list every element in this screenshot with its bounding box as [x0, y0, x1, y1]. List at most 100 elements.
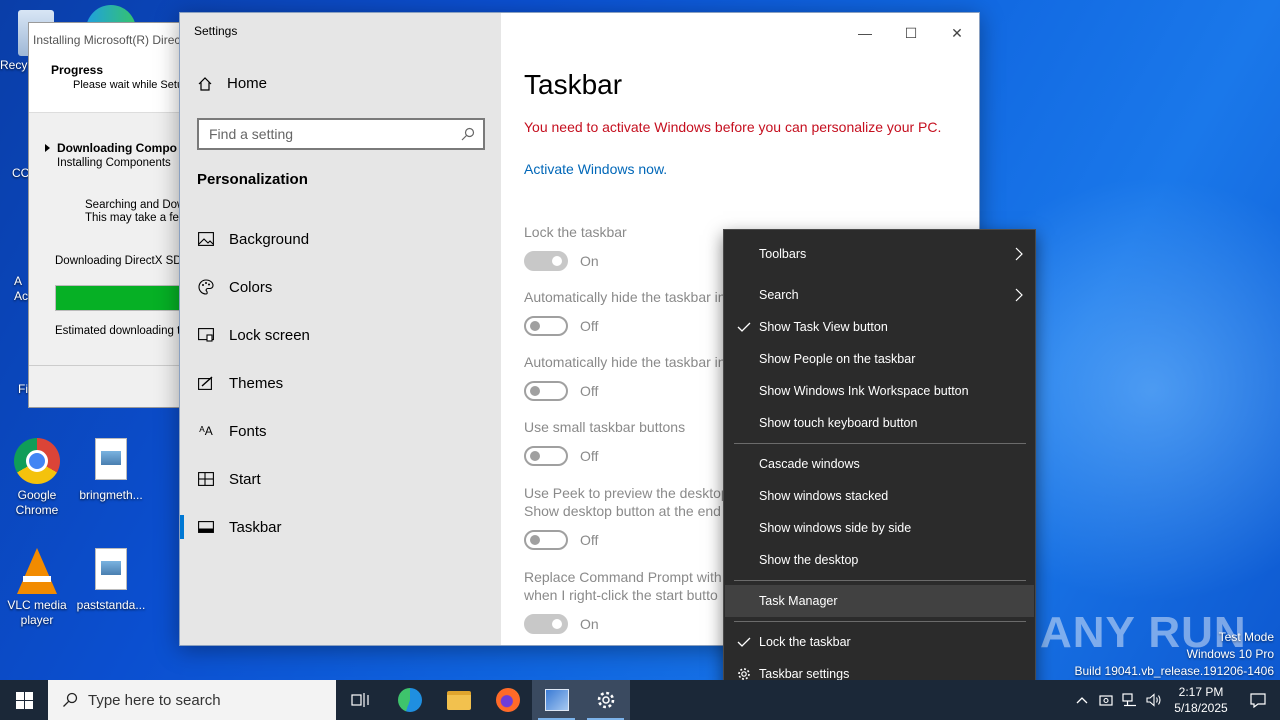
edge-icon	[397, 688, 422, 712]
notification-icon	[1250, 692, 1266, 708]
taskbar-search-box[interactable]: Type here to search	[48, 680, 336, 720]
menu-item-people[interactable]: Show People on the taskbar	[725, 343, 1034, 375]
menu-item-label: Show touch keyboard button	[759, 416, 918, 430]
tray-app-icon[interactable]	[1094, 680, 1118, 720]
small-buttons-toggle[interactable]	[524, 446, 568, 466]
menu-item-ink-workspace[interactable]: Show Windows Ink Workspace button	[725, 375, 1034, 407]
nav-label: Lock screen	[229, 326, 310, 344]
clock-date: 5/18/2025	[1174, 701, 1228, 715]
volume-button[interactable]	[1142, 680, 1166, 720]
installer-search-text: Searching and Dow This may take a few	[85, 199, 187, 225]
option-label: Lock the taskbar	[524, 224, 627, 240]
taskbar-firefox-button[interactable]	[483, 680, 532, 720]
menu-item-touch-keyboard[interactable]: Show touch keyboard button	[725, 407, 1034, 439]
menu-item-show-desktop[interactable]: Show the desktop	[725, 544, 1034, 576]
auto-hide-desktop-toggle[interactable]	[524, 316, 568, 336]
menu-item-cascade[interactable]: Cascade windows	[725, 448, 1034, 480]
powershell-toggle[interactable]	[524, 614, 568, 634]
desktop-icon-paststanda[interactable]: paststanda...	[74, 548, 148, 613]
desktop-icon-bringmeth[interactable]: bringmeth...	[74, 438, 148, 503]
installer-footer	[29, 365, 197, 407]
volume-icon	[1146, 693, 1161, 707]
menu-item-stacked[interactable]: Show windows stacked	[725, 480, 1034, 512]
nav-item-background[interactable]: Background	[180, 219, 501, 259]
section-heading-personalization: Personalization	[197, 171, 308, 188]
action-center-button[interactable]	[1236, 680, 1280, 720]
show-hidden-icons-button[interactable]	[1070, 680, 1094, 720]
start-button[interactable]	[0, 680, 48, 720]
menu-item-lock-taskbar[interactable]: Lock the taskbar	[725, 626, 1034, 658]
installer-search-line: Searching and Dow	[85, 199, 186, 211]
clock[interactable]: 2:17 PM 5/18/2025	[1166, 684, 1236, 716]
toggle-state: Off	[580, 532, 599, 548]
menu-item-task-view[interactable]: Show Task View button	[725, 311, 1034, 343]
option-label: Automatically hide the taskbar in	[524, 289, 726, 305]
find-setting-input[interactable]: Find a setting	[197, 118, 485, 150]
taskbar-directx-setup-button[interactable]	[532, 680, 581, 720]
menu-item-label: Show the desktop	[759, 553, 859, 567]
toggle-state: On	[580, 616, 599, 632]
nav-label: Colors	[229, 278, 273, 296]
peek-toggle[interactable]	[524, 530, 568, 550]
desktop-icon-label: paststanda...	[76, 598, 146, 612]
nav-item-taskbar[interactable]: Taskbar	[180, 507, 501, 547]
search-placeholder: Find a setting	[209, 126, 294, 142]
menu-item-task-manager[interactable]: Task Manager	[725, 585, 1034, 617]
toggle-state: Off	[580, 383, 599, 399]
menu-item-label: Show Windows Ink Workspace button	[759, 384, 969, 398]
taskbar-edge-button[interactable]	[385, 680, 434, 720]
menu-item-label: Toolbars	[759, 247, 807, 261]
chevron-right-icon	[1015, 247, 1023, 261]
close-button[interactable]: ✕	[934, 21, 979, 45]
nav-label: Background	[229, 230, 310, 248]
option-label: Use Peek to preview the desktop	[524, 485, 729, 501]
settings-sidebar: Settings Home Find a setting Personaliza…	[180, 13, 501, 645]
activate-windows-link[interactable]: Activate Windows now.	[524, 161, 667, 177]
menu-item-toolbars[interactable]: Toolbars	[725, 238, 1034, 270]
menu-item-label: Lock the taskbar	[759, 635, 851, 649]
vlc-icon	[17, 548, 57, 594]
desktop-icon-google-chrome[interactable]: Google Chrome	[0, 438, 74, 518]
chevron-right-icon	[1015, 288, 1023, 302]
home-icon	[198, 76, 212, 91]
installer-download-label: Downloading DirectX SDK	[55, 255, 190, 267]
home-nav-item[interactable]: Home	[197, 75, 267, 92]
toggle-state: Off	[580, 448, 599, 464]
security-icon	[1099, 695, 1113, 706]
network-button[interactable]	[1118, 680, 1142, 720]
maximize-button[interactable]: ☐	[888, 21, 934, 45]
auto-hide-tablet-toggle[interactable]	[524, 381, 568, 401]
image-icon	[197, 230, 215, 248]
installer-header: Progress Please wait while Setu	[29, 55, 197, 113]
option-label: Automatically hide the taskbar in	[524, 354, 726, 370]
menu-item-label: Search	[759, 288, 799, 302]
desktop-icon-vlc[interactable]: VLC media player	[0, 548, 74, 628]
nav-item-fonts[interactable]: ᴬA Fonts	[180, 411, 501, 451]
menu-item-label: Show windows side by side	[759, 521, 912, 535]
nav-item-lock-screen[interactable]: Lock screen	[180, 315, 501, 355]
task-view-button[interactable]	[336, 680, 385, 720]
toggle-knob	[530, 386, 540, 396]
system-tray: 2:17 PM 5/18/2025	[1070, 680, 1280, 720]
menu-item-label: Show People on the taskbar	[759, 352, 916, 366]
lock-taskbar-toggle[interactable]	[524, 251, 568, 271]
minimize-button[interactable]: —	[842, 21, 888, 45]
taskbar-context-menu: Toolbars Search Show Task View button Sh…	[723, 229, 1036, 699]
windows-logo-icon	[15, 691, 33, 709]
nav-label: Start	[229, 470, 261, 488]
desktop-icon-label: VLC media player	[7, 598, 67, 627]
nav-item-themes[interactable]: Themes	[180, 363, 501, 403]
directx-installer-window[interactable]: Installing Microsoft(R) Direc Progress P…	[28, 22, 198, 408]
menu-item-side-by-side[interactable]: Show windows side by side	[725, 512, 1034, 544]
chrome-icon	[14, 438, 60, 484]
watermark-line: Windows 10 Pro	[1186, 647, 1274, 661]
toggle-knob	[552, 619, 562, 629]
nav-item-colors[interactable]: Colors	[180, 267, 501, 307]
desktop-icon-label: Recy	[0, 58, 28, 72]
nav-item-start[interactable]: Start	[180, 459, 501, 499]
settings-window-title: Settings	[194, 24, 238, 38]
taskbar-explorer-button[interactable]	[434, 680, 483, 720]
menu-item-search[interactable]: Search	[725, 279, 1034, 311]
nav-label: Themes	[229, 374, 284, 392]
taskbar-settings-button[interactable]	[581, 680, 630, 720]
